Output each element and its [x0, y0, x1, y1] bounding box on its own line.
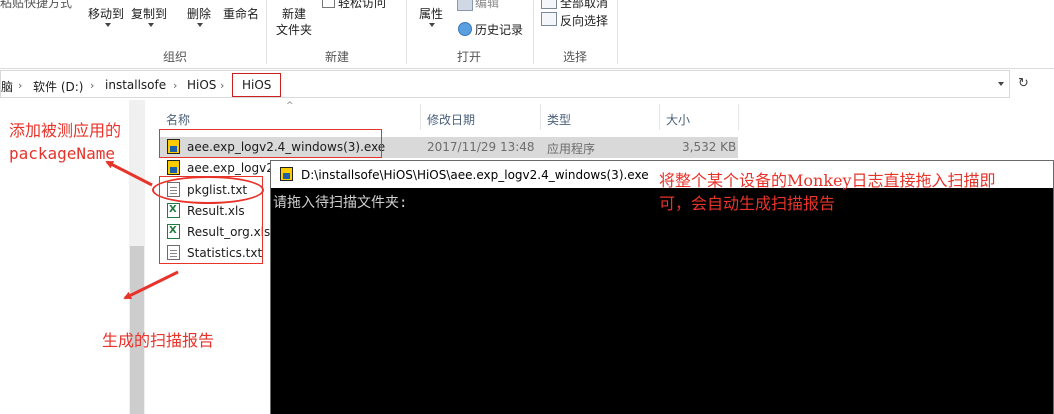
refresh-icon[interactable]: ↻ [1018, 76, 1032, 91]
annotation-package-name: packageName [9, 144, 115, 163]
annotation-drag-instruction: 将整个某个设备的Monkey日志直接拖入扫描即 [659, 171, 996, 190]
new-folder-button[interactable]: 新建 [282, 5, 306, 22]
easy-access-icon [322, 0, 335, 8]
breadcrumb-hios[interactable]: HiOS [187, 78, 216, 92]
group-divider [533, 0, 534, 64]
move-to-button[interactable]: 移动到 [88, 5, 124, 22]
group-label-new: 新建 [325, 50, 350, 64]
breadcrumb-chevron-icon[interactable]: › [220, 79, 224, 92]
column-header-size[interactable]: 大小 [666, 111, 690, 128]
group-label-organize: 组织 [163, 50, 188, 64]
select-none-button[interactable]: 全部取消 [560, 0, 608, 11]
group-divider [617, 0, 618, 64]
file-name[interactable]: aee.exp_logv2 [187, 161, 274, 175]
breadcrumb-fragment[interactable]: 脑 [1, 78, 13, 95]
copy-to-dropdown-icon [148, 23, 154, 27]
invert-selection-button[interactable]: 反向选择 [560, 12, 608, 29]
column-header-type[interactable]: 类型 [547, 111, 571, 128]
group-label-select: 选择 [563, 50, 588, 64]
file-size: 3,532 KB [682, 140, 737, 154]
easy-access-button[interactable]: 轻松访问 [338, 0, 386, 11]
paste-shortcut-button[interactable]: 粘贴快捷方式 [0, 0, 72, 11]
breadcrumb-chevron-icon[interactable]: › [173, 79, 177, 92]
sort-ascending-icon: ^ [286, 101, 294, 111]
column-divider[interactable] [540, 104, 541, 130]
annotation-drag-instruction-line2: 可，会自动生成扫描报告 [659, 194, 836, 213]
new-folder-button-line2[interactable]: 文件夹 [276, 21, 312, 38]
highlight-ellipse-pkglist [152, 176, 264, 204]
copy-to-button[interactable]: 复制到 [131, 5, 167, 22]
rename-button[interactable]: 重命名 [223, 5, 259, 22]
group-divider [406, 0, 407, 64]
properties-dropdown-icon [429, 23, 435, 27]
history-button[interactable]: 历史记录 [475, 21, 523, 38]
group-divider [266, 0, 267, 64]
edit-icon [457, 0, 473, 11]
breadcrumb-drive[interactable]: 软件 (D:) [33, 78, 83, 95]
delete-dropdown-icon [197, 23, 203, 27]
move-to-dropdown-icon [105, 23, 111, 27]
column-divider[interactable] [420, 104, 421, 130]
console-title: D:\installsofe\HiOS\HiOS\aee.exp_logv2.4… [301, 168, 649, 182]
console-prompt: 请拖入待扫描文件夹: [273, 195, 408, 211]
ribbon: 粘贴快捷方式 移动到 复制到 删除 重命名 组织 新建 文件夹 轻松访问 新建 … [0, 0, 1054, 69]
column-divider[interactable] [738, 104, 739, 130]
breadcrumb-chevron-icon[interactable]: › [18, 79, 22, 92]
invert-selection-icon [541, 12, 557, 26]
console-body[interactable]: 请拖入待扫描文件夹: [271, 188, 1053, 414]
edit-button[interactable]: 编辑 [475, 0, 499, 11]
annotation-generated-report: 生成的扫描报告 [102, 331, 215, 350]
console-app-icon [280, 167, 293, 181]
address-history-dropdown-icon[interactable] [998, 82, 1004, 86]
column-header-date[interactable]: 修改日期 [427, 111, 475, 128]
group-label-open: 打开 [457, 50, 482, 64]
column-header-name[interactable]: 名称 [166, 111, 190, 128]
address-bar[interactable]: 脑 › 软件 (D:) › installsofe › HiOS › HiOS [0, 70, 1010, 98]
select-none-icon [541, 0, 557, 9]
exe-icon [167, 160, 180, 175]
annotation-add-package: 添加被测应用的 [9, 121, 122, 140]
file-date: 2017/11/29 13:48 [427, 140, 535, 154]
delete-button[interactable]: 删除 [187, 5, 211, 22]
breadcrumb-installsofe[interactable]: installsofe [105, 78, 166, 92]
column-divider[interactable] [659, 104, 660, 130]
breadcrumb-current-folder[interactable]: HiOS [232, 73, 282, 97]
history-icon [458, 22, 472, 36]
properties-button[interactable]: 属性 [419, 5, 443, 22]
highlight-box-exe [159, 129, 382, 158]
file-type: 应用程序 [547, 142, 596, 156]
breadcrumb-chevron-icon[interactable]: › [90, 79, 94, 92]
